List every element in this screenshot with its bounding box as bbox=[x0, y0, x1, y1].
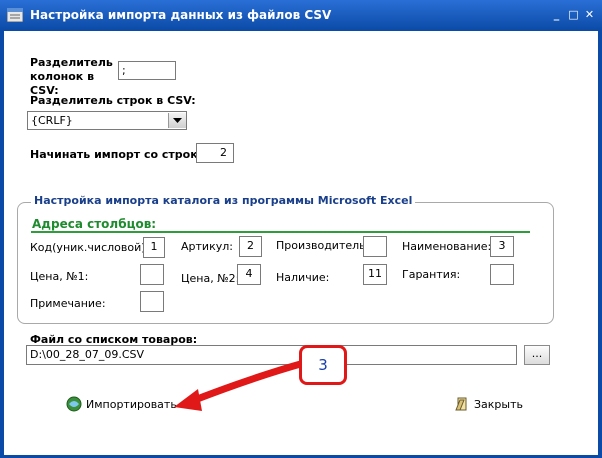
field-label-price2: Цена, №2: bbox=[181, 272, 240, 285]
close-door-icon bbox=[455, 397, 467, 411]
heading-underline bbox=[31, 231, 530, 233]
maximize-button[interactable]: □ bbox=[567, 8, 580, 21]
window-title: Настройка импорта данных из файлов CSV bbox=[30, 8, 332, 22]
field-input-note[interactable] bbox=[140, 291, 164, 312]
field-label-note: Примечание: bbox=[30, 297, 106, 310]
field-input-warranty[interactable] bbox=[490, 264, 514, 285]
field-label-name: Наименование: bbox=[402, 240, 492, 253]
field-label-manufacturer: Производитель: bbox=[276, 239, 370, 252]
close-button[interactable]: Закрыть bbox=[452, 393, 527, 417]
close-window-button[interactable]: ✕ bbox=[583, 8, 596, 21]
dropdown-arrow-icon[interactable] bbox=[168, 113, 186, 128]
field-label-article: Артикул: bbox=[181, 240, 233, 253]
app-icon bbox=[7, 8, 23, 22]
field-label-availability: Наличие: bbox=[276, 271, 330, 284]
field-label-warranty: Гарантия: bbox=[402, 268, 461, 281]
annotation-arrow bbox=[174, 359, 308, 411]
field-input-code[interactable]: 1 bbox=[143, 237, 165, 258]
step-callout: 3 bbox=[299, 345, 347, 385]
field-label-price1: Цена, №1: bbox=[30, 270, 89, 283]
browse-button[interactable]: ... bbox=[524, 345, 550, 365]
field-input-price2[interactable]: 4 bbox=[237, 264, 261, 285]
minimize-button[interactable]: _ bbox=[550, 8, 563, 21]
dialog-body: Разделитель колонок в CSV: ; Разделитель… bbox=[4, 31, 598, 455]
close-label: Закрыть bbox=[474, 398, 523, 411]
row-separator-select[interactable]: {CRLF} bbox=[27, 111, 187, 130]
field-input-manufacturer[interactable] bbox=[363, 236, 387, 257]
row-separator-value: {CRLF} bbox=[31, 114, 73, 127]
dialog-window: Настройка импорта данных из файлов CSV _… bbox=[0, 0, 602, 458]
start-row-input[interactable]: 2 bbox=[196, 143, 234, 163]
field-input-article[interactable]: 2 bbox=[239, 236, 262, 257]
col-separator-input[interactable]: ; bbox=[118, 61, 176, 80]
start-row-label: Начинать импорт со строки: bbox=[30, 148, 210, 161]
import-icon bbox=[66, 396, 82, 412]
field-input-name[interactable]: 3 bbox=[490, 236, 514, 257]
field-input-availability[interactable]: 11 bbox=[363, 264, 387, 285]
column-addresses-heading: Адреса столбцов: bbox=[32, 217, 157, 231]
title-bar: Настройка импорта данных из файлов CSV _… bbox=[0, 0, 602, 31]
row-separator-label: Разделитель строк в CSV: bbox=[30, 94, 196, 107]
field-input-price1[interactable] bbox=[140, 264, 164, 285]
field-label-code: Код(уник.числовой) bbox=[30, 241, 146, 254]
excel-group-title: Настройка импорта каталога из программы … bbox=[31, 194, 416, 207]
col-separator-label: Разделитель колонок в CSV: bbox=[30, 56, 113, 97]
